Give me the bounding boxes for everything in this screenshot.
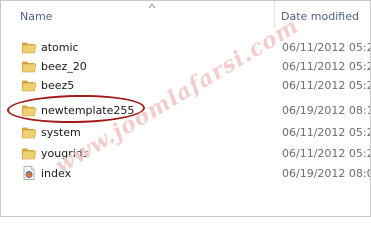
list-item[interactable]: yougrids 06/11/2012 05:27 [1, 144, 370, 163]
sort-ascending-icon [148, 3, 156, 9]
html-file-icon [23, 166, 35, 180]
file-date-modified: 06/19/2012 08:19 [282, 104, 371, 117]
folder-icon [21, 42, 37, 54]
folder-icon [21, 80, 37, 92]
folder-icon [21, 61, 37, 73]
column-header-date-modified-label: Date modified [281, 10, 359, 23]
file-date-modified: 06/11/2012 05:27 [282, 147, 371, 160]
file-date-modified: 06/11/2012 05:27 [282, 60, 371, 73]
file-name: system [41, 126, 81, 139]
file-name: beez5 [41, 79, 75, 92]
file-name: atomic [41, 41, 79, 54]
column-header-bar: Name Date modified [1, 1, 370, 28]
column-header-name[interactable]: Name [1, 1, 275, 28]
folder-icon [21, 127, 37, 139]
file-date-modified: 06/11/2012 05:27 [282, 41, 371, 54]
column-header-date-modified[interactable]: Date modified [275, 1, 370, 28]
folder-icon [21, 148, 37, 160]
file-list-window: Name Date modified atomic 06/11/2012 05:… [0, 0, 371, 217]
file-name: beez_20 [41, 60, 87, 73]
file-date-modified: 06/11/2012 05:27 [282, 126, 371, 139]
list-item[interactable]: index 06/19/2012 08:03 [1, 164, 370, 183]
list-item[interactable]: atomic 06/11/2012 05:27 [1, 38, 370, 57]
list-item[interactable]: system 06/11/2012 05:27 [1, 123, 370, 142]
file-name: index [41, 167, 72, 180]
column-header-name-label: Name [20, 10, 53, 23]
file-date-modified: 06/11/2012 05:27 [282, 79, 371, 92]
file-date-modified: 06/19/2012 08:03 [282, 167, 371, 180]
list-item[interactable]: beez5 06/11/2012 05:27 [1, 76, 370, 95]
list-item[interactable]: beez_20 06/11/2012 05:27 [1, 57, 370, 76]
file-name: yougrids [41, 147, 89, 160]
